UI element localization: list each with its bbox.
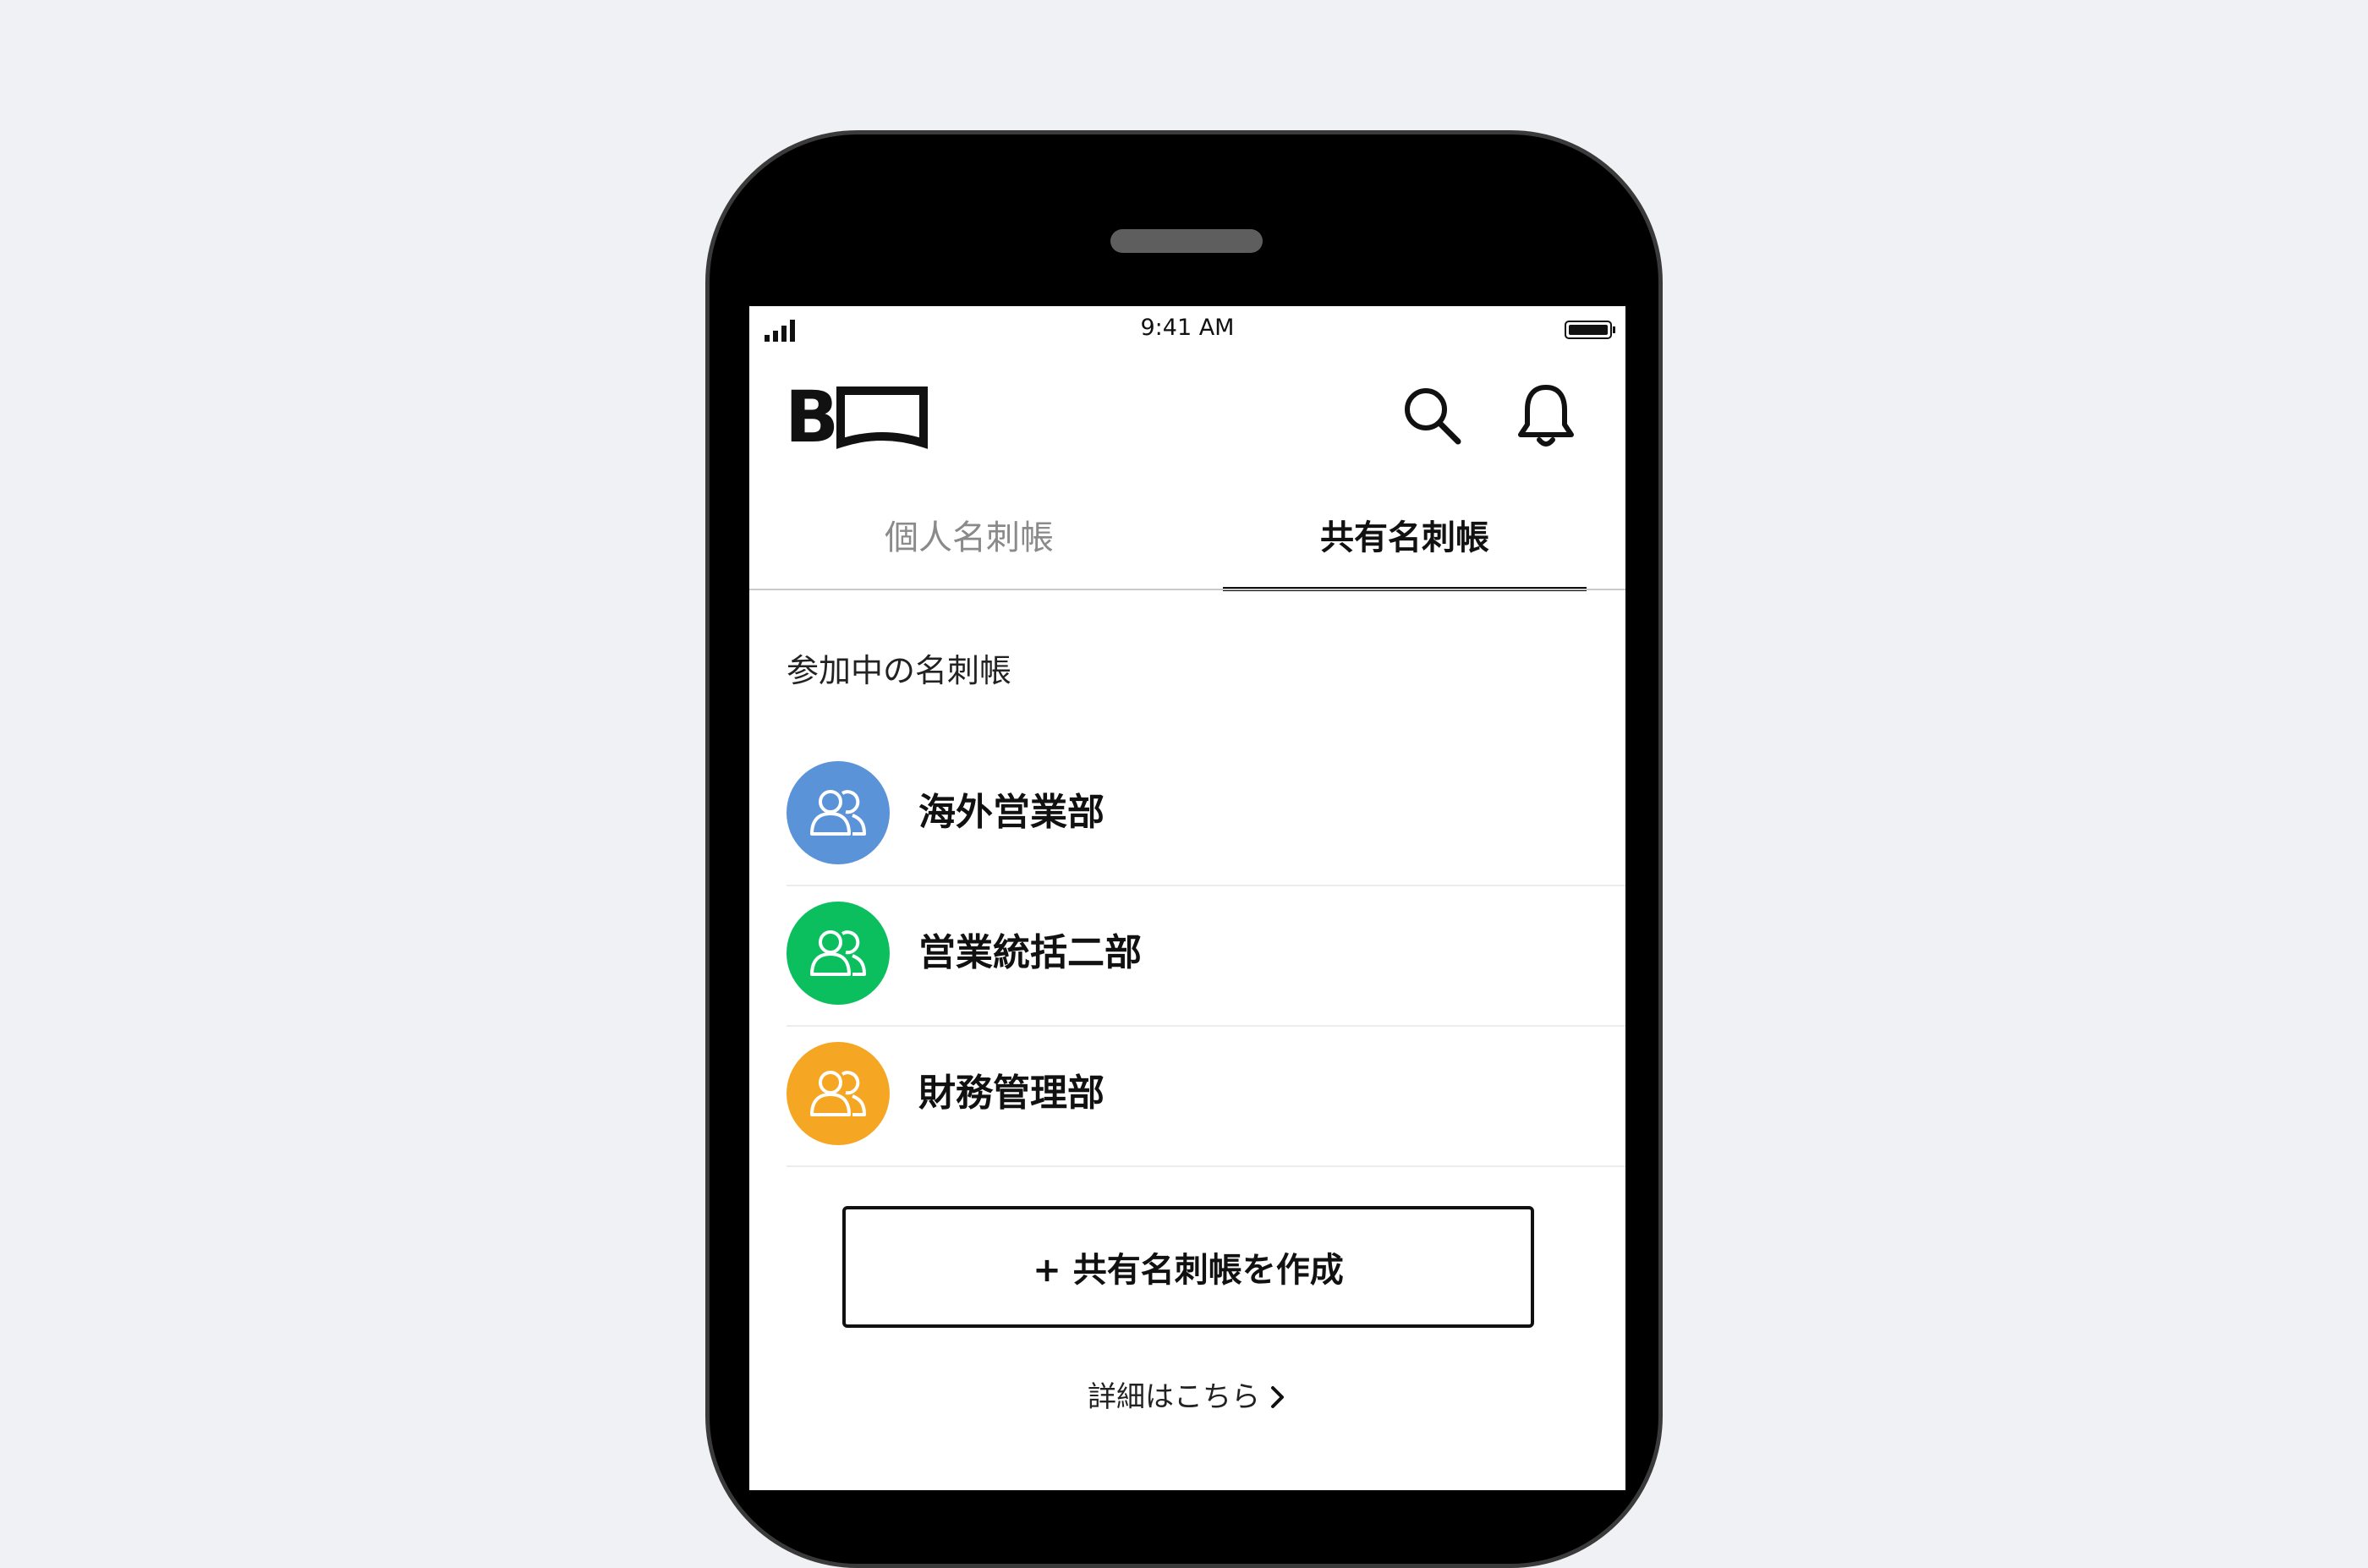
app-screen: 9:41 AM B 個人名刺帳 共有名刺帳 参加中の名刺帳 海外営業部 営業統括… (749, 306, 1625, 1490)
tab-personal-cards[interactable]: 個人名刺帳 (749, 480, 1189, 589)
group-avatar (787, 1042, 890, 1145)
speaker-grille (1110, 229, 1263, 253)
tab-bar: 個人名刺帳 共有名刺帳 (749, 480, 1625, 591)
logo-card-mark (836, 387, 928, 449)
status-time: 9:41 AM (1140, 315, 1235, 341)
details-link-label: 詳細はこちら (1088, 1380, 1260, 1414)
logo-letter: B (785, 382, 839, 450)
group-list: 海外営業部 営業統括二部 財務管理部 (787, 746, 1625, 1167)
group-icon (810, 930, 866, 976)
tab-divider (749, 589, 1625, 590)
create-shared-book-button[interactable]: + 共有名刺帳を作成 (842, 1206, 1534, 1328)
group-name: 営業統括二部 (918, 931, 1142, 974)
section-title: 参加中の名刺帳 (787, 652, 1012, 689)
app-logo: B (785, 382, 928, 450)
group-name: 財務管理部 (918, 1072, 1105, 1115)
group-icon (810, 790, 866, 836)
group-icon (810, 1071, 866, 1116)
status-bar: 9:41 AM (749, 306, 1625, 352)
group-avatar (787, 761, 890, 864)
battery-icon (1565, 321, 1615, 339)
search-icon[interactable] (1401, 384, 1465, 448)
group-row[interactable]: 財務管理部 (787, 1027, 1625, 1167)
group-avatar (787, 902, 890, 1005)
chevron-right-icon (1271, 1386, 1284, 1408)
group-row[interactable]: 営業統括二部 (787, 886, 1625, 1027)
details-link[interactable]: 詳細はこちら (749, 1373, 1625, 1415)
bell-icon[interactable] (1514, 381, 1578, 452)
tab-shared-cards[interactable]: 共有名刺帳 (1223, 480, 1587, 589)
group-row[interactable]: 海外営業部 (787, 746, 1625, 886)
group-name: 海外営業部 (918, 791, 1105, 834)
